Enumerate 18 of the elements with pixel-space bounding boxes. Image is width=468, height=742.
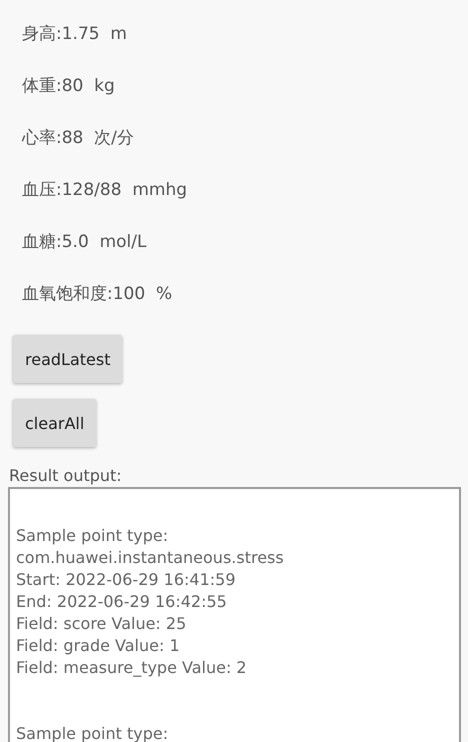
action-button[interactable]: clearAll	[13, 399, 96, 447]
output-line: Field: grade Value: 1	[16, 635, 181, 657]
output-line: Field: score Value: 25	[16, 613, 188, 635]
output-line: Field: measure_type Value: 2	[16, 657, 248, 679]
health-reading: 血氧饱和度:100 %	[22, 284, 174, 305]
action-button[interactable]: readLatest	[13, 335, 122, 383]
output-line: Sample point type:	[16, 525, 170, 547]
output-label: Result output:	[8, 465, 123, 486]
output-line: Sample point type:	[16, 723, 170, 742]
health-reading: 血压:128/88 mmhg	[22, 180, 188, 201]
output-line: Start: 2022-06-29 16:41:59	[16, 569, 236, 591]
health-reading: 血糖:5.0 mol/L	[22, 232, 148, 253]
output-line: com.huawei.instantaneous.stress	[16, 547, 285, 569]
output-box[interactable]: Sample point type: com.huawei.instantaneous.stress Start: 2022-06-29 16:41:59 End: 2022-06-29 16:42:55 Field: score Value: 25 Field: grade Value: 1 Field: measure_type Value: 2 Sample point type:	[8, 487, 461, 742]
health-reading: 心率:88 次/分	[22, 128, 135, 149]
output-line: End: 2022-06-29 16:42:55	[16, 591, 228, 613]
health-reading: 体重:80 kg	[22, 76, 116, 97]
health-reading: 身高:1.75 m	[22, 24, 128, 45]
